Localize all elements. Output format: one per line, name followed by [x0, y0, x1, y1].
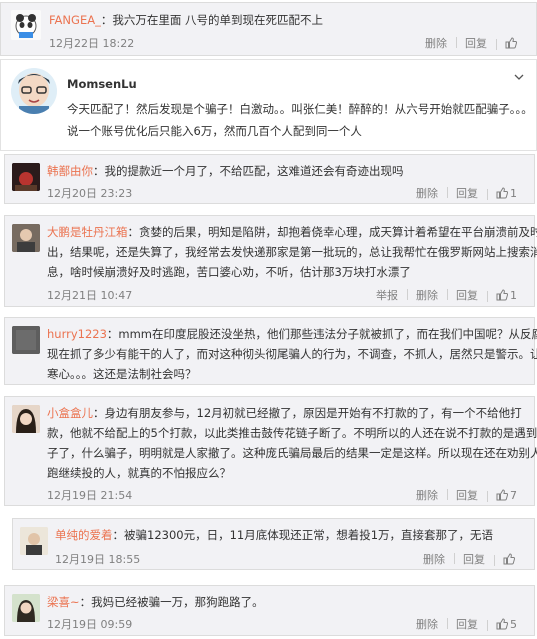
reply-button[interactable]: 回复	[447, 287, 487, 303]
comment-actions: 删除 回复 5	[407, 616, 526, 632]
thumb-up-icon	[496, 186, 508, 198]
report-button[interactable]: 举报	[367, 287, 407, 303]
comment-actions: 举报 删除 回复 1	[367, 287, 526, 303]
comment-line: 今天匹配了！然后发现是个骗子！白激动。。叫张仁美！醉醉的！从六号开始就匹配骗子。…	[67, 102, 533, 116]
avatar[interactable]	[11, 10, 41, 40]
comment-text: 小盒盒儿：身边有朋友参与，12月初就已经撤了，原因是开始有不打款的了，有一个不给…	[47, 405, 522, 421]
cartoon-avatar-icon	[11, 68, 57, 114]
comment-card: 大鹏是牡丹江箱：贪婪的后果，明知是陷阱，却抱着侥幸心理，成天算计着希望在平台崩溃…	[4, 215, 537, 307]
comment-line: ：我六万在里面 八号的单到现在死匹配不上	[100, 13, 323, 27]
photo-avatar-icon	[12, 594, 40, 622]
reply-button[interactable]: 回复	[447, 185, 487, 201]
comment-line: 子了，什么骗子，明明就是人家撤了。这种庞氏骗局最后的结果一定是这样。所以现在还在…	[47, 446, 537, 460]
comment-line: 出，结果呢，还是失算了，我经常去发快递那家是第一批玩的，总让我帮忙在俄罗斯网站上…	[47, 245, 537, 259]
delete-button[interactable]: 删除	[407, 616, 447, 632]
thumb-up-icon	[496, 617, 508, 629]
avatar[interactable]	[12, 163, 40, 191]
username-link[interactable]: MomsenLu	[67, 77, 137, 91]
like-count: 7	[510, 488, 517, 502]
like-button[interactable]: 5	[487, 618, 526, 631]
comment-line: 款，他就不给配上的5个打款，以此类推击鼓传花链子断了。不明所以的人还在说不打款的…	[47, 426, 537, 440]
comment-username[interactable]: 大鹏是牡丹江箱	[47, 225, 128, 239]
comment-text: 大鹏是牡丹江箱：贪婪的后果，明知是陷阱，却抱着侥幸心理，成天算计着希望在平台崩溃…	[47, 224, 537, 240]
like-button[interactable]: 7	[487, 489, 526, 502]
thumb-up-icon	[496, 288, 508, 300]
thumb-up-icon	[503, 552, 515, 564]
photo-avatar-icon	[12, 163, 40, 191]
comment-actions: 删除 回复 1	[407, 185, 526, 201]
comment-time: 12月20日 23:23	[47, 187, 133, 200]
comment-card: FANGEA_：我六万在里面 八号的单到现在死匹配不上 12月22日 18:22…	[0, 2, 537, 56]
comment-line: 说一个账号优化后只能入6万，然而几百个人配到同一个人	[67, 124, 362, 138]
comment-text: FANGEA_：我六万在里面 八号的单到现在死匹配不上	[49, 12, 323, 28]
like-button[interactable]: 1	[487, 187, 526, 200]
reply-button[interactable]: 回复	[447, 616, 487, 632]
reply-button[interactable]: 回复	[456, 35, 496, 51]
photo-avatar-icon	[12, 405, 40, 433]
comment-card: 梁喜~：我妈已经被骗一万，那狗跑路了。 12月19日 09:59 删除 回复 5	[4, 585, 535, 636]
delete-button[interactable]: 删除	[414, 551, 454, 567]
comment-line: 息，啥时候崩溃好及时逃跑，苦口婆心劝，不听，估计那3万块打水漂了	[47, 265, 411, 279]
like-count: 1	[510, 288, 517, 302]
comment-line: ：身边有朋友参与，12月初就已经撤了，原因是开始有不打款的了，有一个不给他打	[93, 406, 522, 420]
comment-card: 韩鄯由你：我的提款近一个月了，不给匹配，这难道还会有奇迹出现吗 12月20日 2…	[4, 154, 535, 204]
photo-avatar-icon	[20, 527, 48, 555]
reply-button[interactable]: 回复	[447, 487, 487, 503]
comment-line: ：被骗12300元，日，11月底体现还正常，想着投1万，直接套那了，无语	[112, 528, 494, 542]
comment-username[interactable]: 单纯的爱着	[55, 528, 113, 542]
comment-card: 单纯的爱着：被骗12300元，日，11月底体现还正常，想着投1万，直接套那了，无…	[12, 518, 535, 570]
thumb-up-icon	[505, 36, 517, 48]
like-button[interactable]	[496, 36, 528, 50]
delete-button[interactable]: 删除	[407, 487, 447, 503]
comment-line: 跑继续投的人，就真的不怕报应么？	[47, 466, 231, 480]
comment-line: 现在抓了多少有能干的人了，而对这种彻头彻尾骗人的行为，不调查，不抓人，居然只是警…	[47, 347, 537, 361]
reply-button[interactable]: 回复	[454, 551, 494, 567]
thumb-up-icon	[496, 488, 508, 500]
avatar[interactable]	[12, 224, 40, 252]
comment-actions: 删除 回复 7	[407, 487, 526, 503]
comment-text: hurry1223：mmm在印度屁股还没坐热，他们那些违法分子就被抓了，而在我们…	[47, 326, 537, 342]
delete-button[interactable]: 删除	[407, 185, 447, 201]
default-avatar-icon	[12, 326, 40, 354]
comment-text: 梁喜~：我妈已经被骗一万，那狗跑路了。	[47, 594, 264, 610]
comment-line: ：贪婪的后果，明知是陷阱，却抱着侥幸心理，成天算计着希望在平台崩溃前及时跳	[127, 225, 537, 239]
comment-line: 寒心。。。这还是法制社会吗？	[47, 367, 197, 381]
like-count: 1	[510, 186, 517, 200]
comment-username[interactable]: 梁喜~	[47, 595, 80, 609]
comment-line: ：我的提款近一个月了，不给匹配，这难道还会有奇迹出现吗	[93, 164, 404, 178]
delete-button[interactable]: 删除	[416, 35, 456, 51]
comment-time: 12月21日 10:47	[47, 289, 133, 302]
delete-button[interactable]: 删除	[407, 287, 447, 303]
comment-time: 12月22日 18:22	[49, 37, 135, 50]
photo-avatar-icon	[12, 224, 40, 252]
avatar[interactable]	[12, 594, 40, 622]
panda-avatar-icon	[11, 10, 41, 40]
avatar[interactable]	[11, 68, 57, 114]
like-button[interactable]: 1	[487, 289, 526, 302]
comment-actions: 删除 回复	[414, 551, 526, 567]
like-count: 5	[510, 617, 517, 631]
comment-text: 单纯的爱着：被骗12300元，日，11月底体现还正常，想着投1万，直接套那了，无…	[55, 527, 493, 543]
comment-username[interactable]: 韩鄯由你	[47, 164, 93, 178]
comment-time: 12月19日 18:55	[55, 553, 141, 566]
avatar[interactable]	[12, 405, 40, 433]
avatar[interactable]	[20, 527, 48, 555]
comment-time: 12月19日 09:59	[47, 618, 133, 631]
avatar[interactable]	[12, 326, 40, 354]
comment-username[interactable]: 小盒盒儿	[47, 406, 93, 420]
comment-username[interactable]: hurry1223	[47, 327, 107, 341]
comment-username[interactable]: FANGEA_	[49, 13, 101, 27]
like-button[interactable]	[494, 552, 526, 566]
chevron-down-icon[interactable]	[514, 72, 524, 82]
comment-username[interactable]: MomsenLu	[67, 76, 137, 92]
comment-time: 12月19日 21:54	[47, 489, 133, 502]
comment-card: hurry1223：mmm在印度屁股还没坐热，他们那些违法分子就被抓了，而在我们…	[4, 317, 537, 385]
comment-line: ：我妈已经被骗一万，那狗跑路了。	[79, 595, 264, 609]
comment-actions: 删除 回复	[416, 35, 528, 51]
comment-line: ：mmm在印度屁股还没坐热，他们那些违法分子就被抓了，而在我们中国呢？从反腐到	[106, 327, 537, 341]
comment-text: 韩鄯由你：我的提款近一个月了，不给匹配，这难道还会有奇迹出现吗	[47, 163, 404, 179]
comment-card-main: MomsenLu 今天匹配了！然后发现是个骗子！白激动。。叫张仁美！醉醉的！从六…	[0, 59, 537, 151]
comment-card: 小盒盒儿：身边有朋友参与，12月初就已经撤了，原因是开始有不打款的了，有一个不给…	[4, 396, 537, 506]
